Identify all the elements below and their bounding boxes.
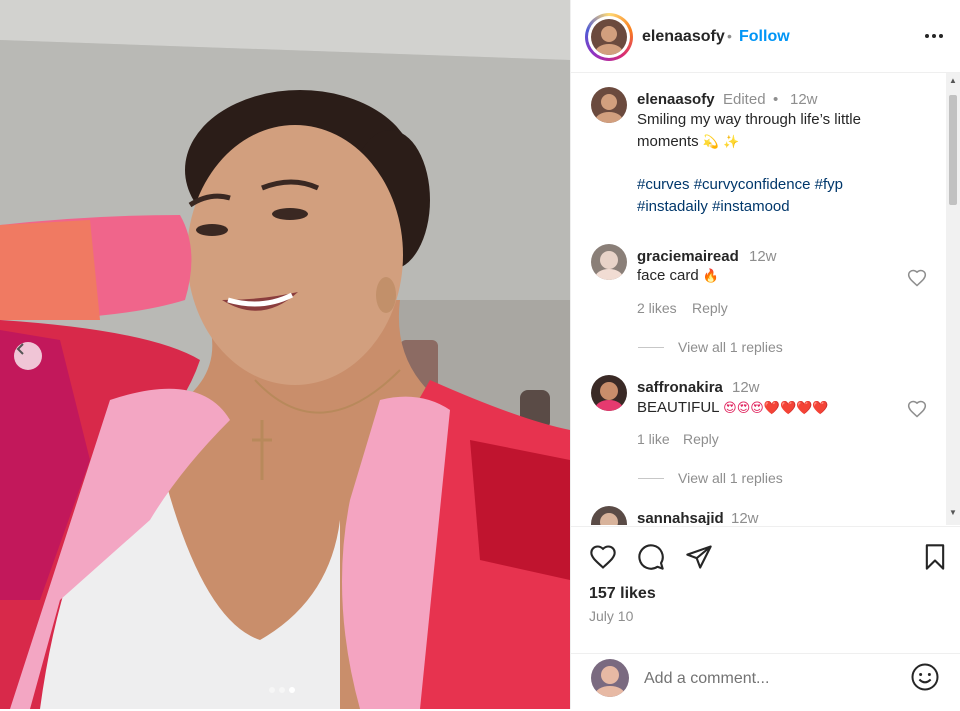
- replies-divider: [638, 347, 664, 348]
- carousel-dot-active: [289, 687, 295, 693]
- comments-list[interactable]: elenaasofy Edited • 12w Smiling my way t…: [571, 73, 960, 525]
- view-replies-button[interactable]: View all 1 replies: [638, 470, 783, 486]
- comment-text: face card 🔥: [637, 265, 719, 288]
- avatar[interactable]: [591, 244, 627, 280]
- scroll-up-arrow-icon[interactable]: ▲: [949, 77, 957, 85]
- comment-username[interactable]: graciemairead: [637, 248, 739, 265]
- comment-bubble-icon[interactable]: [637, 543, 665, 571]
- caption-time[interactable]: 12w: [790, 91, 818, 108]
- replies-divider: [638, 478, 664, 479]
- caption-emoji: 💫 ✨: [702, 135, 740, 150]
- post-side-panel: elenaasofy • Follow elenaasofy Edited • …: [570, 0, 960, 709]
- comment-time[interactable]: 12w: [732, 379, 760, 396]
- hashtag-link[interactable]: #instadaily: [637, 198, 708, 215]
- scroll-down-arrow-icon[interactable]: ▼: [949, 509, 957, 517]
- reply-button[interactable]: Reply: [683, 431, 719, 447]
- comment-time[interactable]: 12w: [749, 248, 777, 265]
- reply-button[interactable]: Reply: [692, 300, 728, 316]
- avatar: [591, 19, 627, 55]
- hashtag-link[interactable]: #instamood: [712, 198, 790, 215]
- comment-text-body: face card: [637, 267, 699, 284]
- smiley-icon[interactable]: [910, 662, 940, 692]
- header-separator: •: [727, 28, 732, 44]
- bookmark-icon[interactable]: [921, 543, 949, 571]
- heart-icon[interactable]: [589, 543, 617, 571]
- comment-likes[interactable]: 1 like: [637, 431, 670, 447]
- caption-username[interactable]: elenaasofy: [637, 91, 715, 108]
- carousel-dots: [269, 687, 295, 693]
- caption-line-2-text: moments: [637, 133, 699, 150]
- post-date[interactable]: July 10: [589, 608, 633, 624]
- caption-line-2: moments 💫 ✨: [637, 131, 937, 154]
- avatar[interactable]: [591, 375, 627, 411]
- comment-username[interactable]: sannahsajid: [637, 510, 724, 525]
- header-username[interactable]: elenaasofy: [642, 28, 725, 46]
- comment-username[interactable]: saffronakira: [637, 379, 723, 396]
- hashtags-line-2: #instadaily #instamood: [637, 196, 937, 218]
- hashtags-line-1: #curves #curvyconfidence #fyp: [637, 174, 937, 196]
- fire-emoji: 🔥: [702, 269, 720, 284]
- post-actions-footer: 157 likes July 10: [571, 526, 960, 710]
- story-ring[interactable]: [585, 13, 633, 61]
- comment-text-body: BEAUTIFUL: [637, 399, 719, 416]
- comments-scrollbar[interactable]: ▲ ▼: [946, 73, 960, 525]
- scroll-thumb[interactable]: [949, 95, 957, 205]
- carousel-dot: [269, 687, 275, 693]
- post-image-illustration: [0, 0, 570, 709]
- caption-text: Smiling my way through life’s little mom…: [637, 109, 937, 218]
- paper-plane-icon[interactable]: [685, 543, 713, 571]
- avatar: [591, 659, 629, 697]
- caption-line-1: Smiling my way through life’s little: [637, 111, 861, 128]
- heart-icon[interactable]: [907, 399, 927, 419]
- view-replies-label: View all 1 replies: [678, 470, 783, 486]
- hashtag-link[interactable]: #fyp: [815, 176, 843, 193]
- add-comment-row: [571, 653, 960, 711]
- carousel-dot: [279, 687, 285, 693]
- hashtag-link[interactable]: #curves: [637, 176, 690, 193]
- heart-icon[interactable]: [907, 268, 927, 288]
- comment-text: BEAUTIFUL 😍😍😍❤️❤️❤️❤️: [637, 397, 829, 420]
- heart-eyes-emoji: 😍😍😍❤️❤️❤️❤️: [723, 401, 829, 416]
- likes-count[interactable]: 157 likes: [589, 585, 656, 603]
- more-options-icon[interactable]: [922, 28, 946, 44]
- comment-time[interactable]: 12w: [731, 510, 759, 525]
- add-comment-input[interactable]: [642, 666, 896, 692]
- view-replies-button[interactable]: View all 1 replies: [638, 339, 783, 355]
- follow-button[interactable]: Follow: [739, 28, 790, 46]
- caption-separator: •: [773, 91, 779, 108]
- post-header: elenaasofy • Follow: [571, 0, 960, 73]
- carousel-prev-button[interactable]: [14, 342, 42, 370]
- chevron-left-icon: [16, 343, 24, 355]
- hashtag-link[interactable]: #curvyconfidence: [694, 176, 811, 193]
- comment-likes[interactable]: 2 likes: [637, 300, 677, 316]
- view-replies-label: View all 1 replies: [678, 339, 783, 355]
- post-photo: [0, 0, 570, 709]
- avatar[interactable]: [591, 506, 627, 525]
- avatar[interactable]: [591, 87, 627, 123]
- caption-edited: Edited: [723, 91, 766, 108]
